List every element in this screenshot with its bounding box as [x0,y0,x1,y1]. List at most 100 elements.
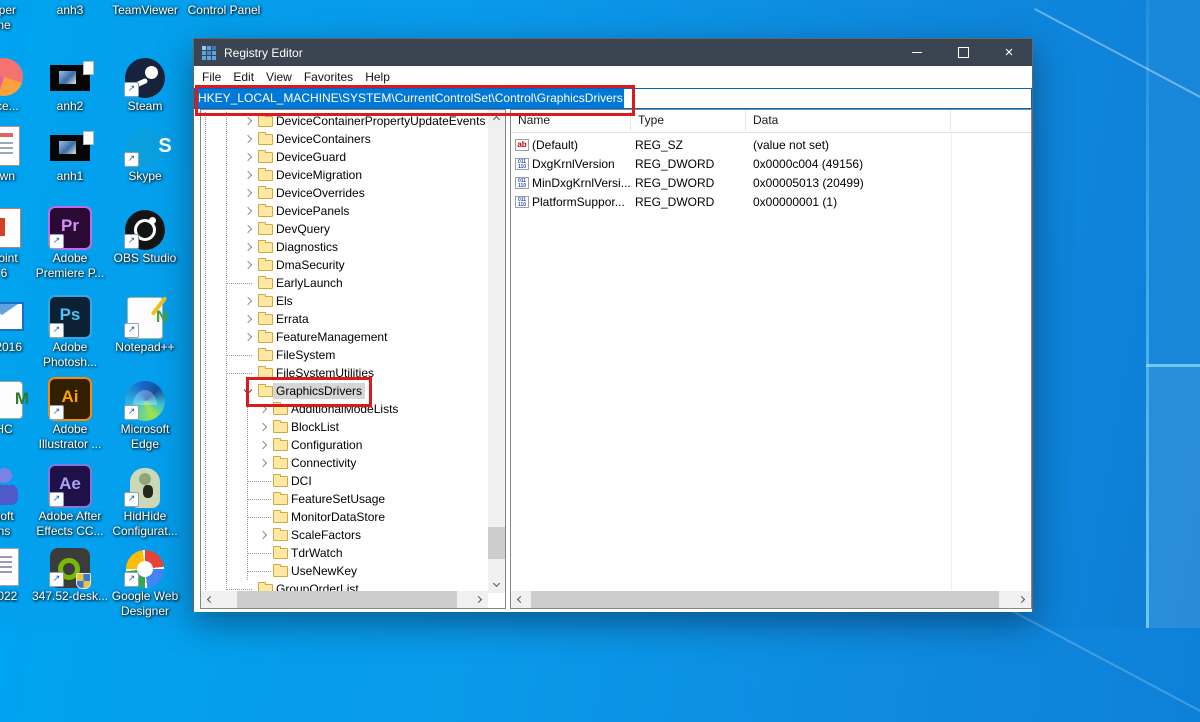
registry-value-row--default-[interactable]: ab(Default)REG_SZ(value not set) [511,136,1031,155]
tree-item-filesystem[interactable]: FileSystem [201,346,486,364]
tree-item-devicepanels[interactable]: DevicePanels [201,202,486,220]
tree-item-devquery[interactable]: DevQuery [201,220,486,238]
expand-chevron-icon[interactable] [244,333,252,341]
expand-chevron-icon[interactable] [259,459,267,467]
title-bar[interactable]: Registry Editor × [194,39,1032,66]
scroll-left-arrow[interactable] [201,591,218,608]
shortcut-arrow-icon: ↗ [124,492,139,507]
scroll-left-arrow[interactable] [511,591,528,608]
desktop-icon-google-web-designer[interactable]: ↗Google WebDesigner [97,542,193,619]
expand-chevron-icon[interactable] [244,261,252,269]
expand-chevron-icon[interactable] [244,225,252,233]
menu-favorites[interactable]: Favorites [298,66,359,88]
shortcut-arrow-icon: ↗ [124,82,139,97]
expand-chevron-icon[interactable] [244,171,252,179]
expand-chevron-icon[interactable] [244,153,252,161]
scrollbar-thumb[interactable] [531,591,999,608]
tree-item-blocklist[interactable]: BlockList [201,418,486,436]
desktop-icon-label: Skype [97,169,193,184]
tree-item-dmasecurity[interactable]: DmaSecurity [201,256,486,274]
tree-item-earlylaunch[interactable]: EarlyLaunch [201,274,486,292]
menu-file[interactable]: File [196,66,227,88]
tree-connector [226,373,252,374]
tree-item-label: Connectivity [288,455,359,471]
close-button[interactable]: × [986,39,1032,66]
tree-item-diagnostics[interactable]: Diagnostics [201,238,486,256]
tree-item-label: DevQuery [273,221,333,237]
desktop-icon-microsoft-edge[interactable]: ↗MicrosoftEdge [97,375,193,452]
desktop-icon-skype[interactable]: ↗Skype [97,122,193,184]
expand-chevron-icon[interactable] [244,243,252,251]
tree-item-monitordatastore[interactable]: MonitorDataStore [201,508,486,526]
tree-item-featuremanagement[interactable]: FeatureManagement [201,328,486,346]
desktop-icon-notepad-plus-plus[interactable]: ↗Notepad++ [97,293,193,355]
value-name: MinDxgKrnlVersi... [532,174,631,193]
tree-item-label: AdditionalModeLists [288,401,401,417]
tree-item-filesystemutilities[interactable]: FileSystemUtilities [201,364,486,382]
scrollbar-thumb[interactable] [488,527,505,559]
tree-item-featuresetusage[interactable]: FeatureSetUsage [201,490,486,508]
expand-chevron-icon[interactable] [259,405,267,413]
expand-chevron-icon[interactable] [244,297,252,305]
expand-chevron-icon[interactable] [244,117,252,125]
menu-view[interactable]: View [260,66,298,88]
tree-item-deviceguard[interactable]: DeviceGuard [201,148,486,166]
tree-item-additionalmodelists[interactable]: AdditionalModeLists [201,400,486,418]
tree-item-label: DmaSecurity [273,257,348,273]
column-header-type[interactable]: Type [631,110,746,131]
expand-chevron-icon[interactable] [259,441,267,449]
menu-help[interactable]: Help [359,66,396,88]
expand-chevron-icon[interactable] [259,423,267,431]
scroll-right-arrow[interactable] [471,591,488,608]
adobe-illustrator-icon: ↗ [48,375,92,421]
column-header-name[interactable]: Name [511,110,631,131]
scroll-up-arrow[interactable] [488,110,505,127]
tree-item-errata[interactable]: Errata [201,310,486,328]
expand-chevron-icon[interactable] [244,315,252,323]
tree-item-graphicsdrivers[interactable]: GraphicsDrivers [201,382,486,400]
desktop-icon-control-panel[interactable]: Control Panel [176,2,272,18]
desktop-icon-steam[interactable]: ↗Steam [97,52,193,114]
expand-chevron-icon[interactable] [244,207,252,215]
scroll-down-arrow[interactable] [488,576,505,593]
registry-value-row-mindxgkrnlversi-[interactable]: MinDxgKrnlVersi...REG_DWORD0x00005013 (2… [511,174,1031,193]
tree-item-configuration[interactable]: Configuration [201,436,486,454]
registry-value-row-dxgkrnlversion[interactable]: DxgKrnlVersionREG_DWORD0x0000c004 (49156… [511,155,1031,174]
tree-item-devicecontainerpropertyupdateevents[interactable]: DeviceContainerPropertyUpdateEvents [201,112,486,130]
scroll-right-arrow[interactable] [1014,591,1031,608]
tree-horizontal-scrollbar[interactable] [201,591,488,608]
tree-item-dci[interactable]: DCI [201,472,486,490]
scrollbar-thumb[interactable] [237,591,457,608]
expand-chevron-icon[interactable] [244,135,252,143]
tree-item-tdrwatch[interactable]: TdrWatch [201,544,486,562]
desktop-icon-hidhide[interactable]: ↗HidHideConfigurat... [97,462,193,539]
tree-item-scalefactors[interactable]: ScaleFactors [201,526,486,544]
folder-icon [273,512,288,523]
registry-value-row-platformsuppor-[interactable]: PlatformSuppor...REG_DWORD0x00000001 (1) [511,193,1031,212]
values-horizontal-scrollbar[interactable] [511,591,1031,608]
menu-edit[interactable]: Edit [227,66,260,88]
tree-vertical-scrollbar[interactable] [488,110,505,593]
maximize-button[interactable] [940,39,986,66]
address-bar[interactable]: HKEY_LOCAL_MACHINE\SYSTEM\CurrentControl… [194,88,1032,109]
tree-item-usenewkey[interactable]: UseNewKey [201,562,486,580]
tree-item-devicecontainers[interactable]: DeviceContainers [201,130,486,148]
value-data: 0x00005013 (20499) [753,174,864,193]
collapse-chevron-icon[interactable] [244,386,252,394]
tree-item-devicemigration[interactable]: DeviceMigration [201,166,486,184]
value-type: REG_DWORD [635,155,714,174]
minimize-button[interactable] [894,39,940,66]
folder-icon [273,440,288,451]
tree-item-connectivity[interactable]: Connectivity [201,454,486,472]
nvidia-driver-icon: ↗ [48,542,92,588]
wallpaper-beam-vertical [1146,0,1149,628]
column-header-data[interactable]: Data [746,110,951,131]
desktop: { "colors": { "accent": "#0078d7", "titl… [0,0,1200,628]
folder-icon [258,224,273,235]
tree-item-els[interactable]: Els [201,292,486,310]
expand-chevron-icon[interactable] [259,531,267,539]
desktop-icon-obs-studio[interactable]: ↗OBS Studio [97,204,193,266]
tree-item-deviceoverrides[interactable]: DeviceOverrides [201,184,486,202]
expand-chevron-icon[interactable] [244,189,252,197]
shortcut-arrow-icon: ↗ [124,405,139,420]
